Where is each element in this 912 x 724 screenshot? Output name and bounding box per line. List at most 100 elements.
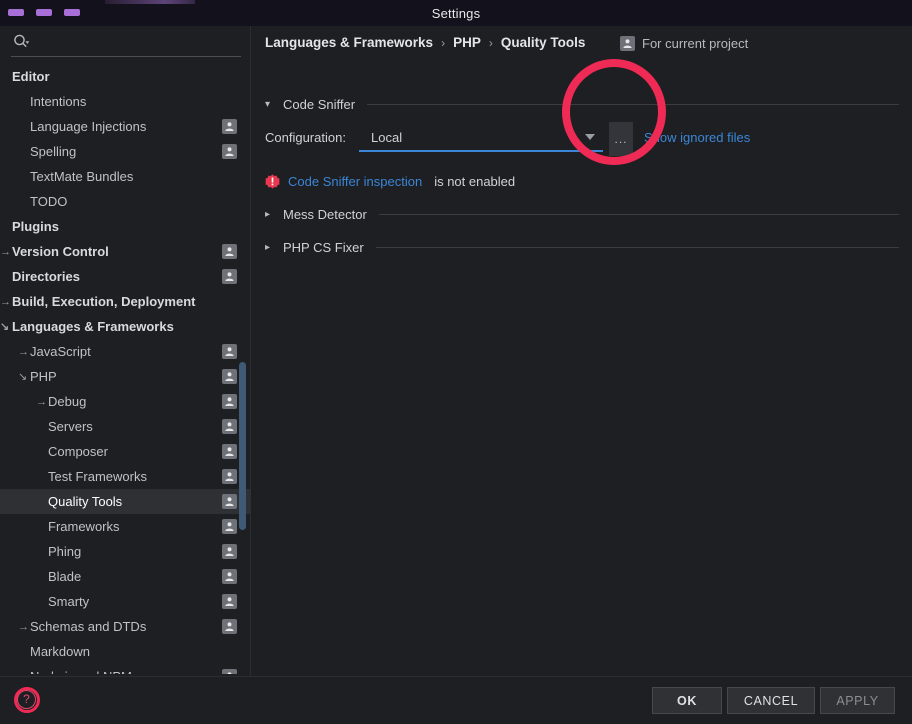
sidebar-item-label: Servers [48, 419, 93, 434]
sidebar-item-spelling[interactable]: Spelling [0, 139, 251, 164]
search-row [0, 26, 251, 58]
sidebar-item-blade[interactable]: Blade [0, 564, 251, 589]
section-title-mess-detector: Mess Detector [283, 206, 367, 222]
project-badge-icon [222, 269, 237, 284]
sidebar-item-label: Phing [48, 544, 82, 559]
sidebar-item-servers[interactable]: Servers [0, 414, 251, 439]
sidebar-item-plugins[interactable]: Plugins [0, 214, 251, 239]
search-input[interactable] [34, 32, 234, 52]
sidebar-item-label: Debug [48, 394, 87, 409]
sidebar-item-label: Markdown [30, 644, 90, 659]
section-title-code-sniffer: Code Sniffer [283, 96, 356, 112]
sidebar-item-markdown[interactable]: Markdown [0, 639, 251, 664]
project-badge-icon [222, 469, 237, 484]
chevron-right-icon[interactable]: ▸ [265, 209, 275, 220]
sidebar-item-directories[interactable]: Directories [0, 264, 251, 289]
minimize-button[interactable] [8, 9, 24, 16]
sidebar-item-textmate-bundles[interactable]: TextMate Bundles [0, 164, 251, 189]
chevron-collapsed-icon[interactable]: → [0, 246, 12, 258]
apply-button[interactable]: APPLY [820, 687, 895, 714]
sidebar-item-composer[interactable]: Composer [0, 439, 251, 464]
sidebar-item-quality-tools[interactable]: Quality Tools [0, 489, 251, 514]
chevron-collapsed-icon[interactable]: → [36, 396, 48, 408]
inspection-warning: Code Sniffer inspection is not enabled [265, 174, 515, 189]
chevron-down-icon[interactable] [585, 134, 595, 140]
maximize-button[interactable] [36, 9, 52, 16]
section-title-php-cs-fixer: PHP CS Fixer [283, 239, 364, 255]
code-sniffer-inspection-link[interactable]: Code Sniffer inspection [288, 174, 422, 189]
project-badge-icon [222, 619, 237, 634]
sidebar-item-label: TextMate Bundles [30, 169, 134, 184]
chevron-collapsed-icon[interactable]: → [18, 346, 30, 358]
configuration-browse-button[interactable]: ... [609, 122, 633, 156]
section-divider [367, 103, 899, 105]
sidebar-item-languages-frameworks[interactable]: ↘ Languages & Frameworks [0, 314, 251, 339]
sidebar-item-label: Spelling [30, 144, 77, 159]
sidebar-item-label: Frameworks [48, 519, 120, 534]
sidebar-item-debug[interactable]: → Debug [0, 389, 251, 414]
chevron-right-icon[interactable]: ▸ [265, 242, 275, 253]
window-title: Settings [431, 5, 481, 21]
configuration-underline [359, 150, 603, 152]
sidebar-item-frameworks[interactable]: Frameworks [0, 514, 251, 539]
project-badge-icon [222, 494, 237, 509]
sidebar-item-version-control[interactable]: → Version Control [0, 239, 251, 264]
project-badge-icon [222, 369, 237, 384]
window-controls[interactable] [8, 9, 80, 16]
close-button[interactable] [64, 9, 80, 16]
chevron-collapsed-icon[interactable]: → [18, 621, 30, 633]
sidebar-item-label: Version Control [12, 244, 109, 259]
section-divider [378, 213, 899, 215]
cancel-button[interactable]: CANCEL [727, 687, 815, 714]
project-badge-icon [222, 544, 237, 559]
sidebar-item-intentions[interactable]: Intentions [0, 89, 251, 114]
sidebar-item-javascript[interactable]: → JavaScript [0, 339, 251, 364]
configuration-dropdown[interactable]: Local [359, 126, 603, 152]
show-ignored-files-link[interactable]: Show ignored files [644, 130, 750, 145]
breadcrumb-separator: › [488, 35, 493, 50]
project-badge-icon [222, 669, 237, 674]
sidebar-scrollbar[interactable] [239, 362, 246, 530]
chevron-expanded-icon[interactable]: ↘ [18, 371, 30, 383]
breadcrumb[interactable]: Languages & Frameworks › PHP › Quality Tools [265, 35, 585, 50]
breadcrumb-item[interactable]: Languages & Frameworks [265, 35, 433, 50]
sidebar-item-label: Test Frameworks [48, 469, 147, 484]
sidebar-item-todo[interactable]: TODO [0, 189, 251, 214]
sidebar-item-label: Composer [48, 444, 108, 459]
help-button[interactable]: ? [17, 690, 36, 709]
breadcrumb-separator: › [441, 35, 446, 50]
section-mess-detector[interactable]: ▸ Mess Detector [265, 204, 899, 224]
settings-tree[interactable]: Editor Intentions Language Injections Spell… [0, 64, 251, 674]
sidebar-item-node-js-and-npm[interactable]: Node.js and NPM [0, 664, 251, 674]
sidebar-item-label: Smarty [48, 594, 90, 609]
sidebar-item-label: JavaScript [30, 344, 91, 359]
inspection-status-text: is not enabled [434, 174, 516, 189]
sidebar-item-build-execution-deployment[interactable]: → Build, Execution, Deployment [0, 289, 251, 314]
ok-button[interactable]: OK [652, 687, 722, 714]
sidebar-item-label: Build, Execution, Deployment [12, 294, 196, 309]
chevron-expanded-icon[interactable]: ↘ [0, 321, 12, 333]
sidebar-item-label: Quality Tools [48, 494, 123, 509]
sidebar-item-schemas-and-dtds[interactable]: → Schemas and DTDs [0, 614, 251, 639]
background-window-peek [105, 0, 195, 4]
project-badge-icon [620, 36, 635, 51]
sidebar-item-label: Plugins [12, 219, 59, 234]
project-scope: For current project [620, 36, 748, 51]
configuration-value: Local [371, 130, 403, 145]
project-scope-label: For current project [642, 36, 749, 51]
sidebar-item-php[interactable]: ↘ PHP [0, 364, 251, 389]
chevron-collapsed-icon[interactable]: → [0, 296, 12, 308]
sidebar-item-label: TODO [30, 194, 68, 209]
chevron-down-icon[interactable]: ▾ [265, 99, 275, 110]
search-icon [12, 33, 30, 51]
sidebar-item-language-injections[interactable]: Language Injections [0, 114, 251, 139]
sidebar-item-phing[interactable]: Phing [0, 539, 251, 564]
sidebar-item-smarty[interactable]: Smarty [0, 589, 251, 614]
section-php-cs-fixer[interactable]: ▸ PHP CS Fixer [265, 237, 899, 257]
section-code-sniffer[interactable]: ▾ Code Sniffer [265, 94, 899, 114]
sidebar-item-editor[interactable]: Editor [0, 64, 251, 89]
project-badge-icon [222, 519, 237, 534]
breadcrumb-item[interactable]: Quality Tools [501, 35, 586, 50]
sidebar-item-test-frameworks[interactable]: Test Frameworks [0, 464, 251, 489]
breadcrumb-item[interactable]: PHP [453, 35, 481, 50]
